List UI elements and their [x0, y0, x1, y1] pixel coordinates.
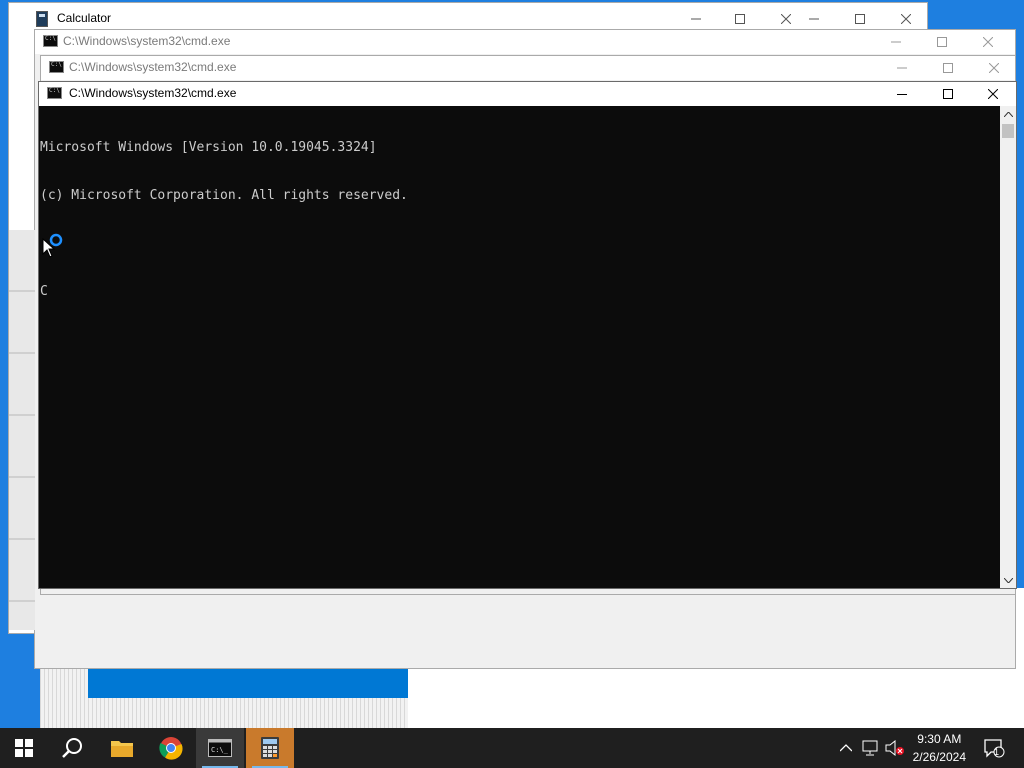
- file-explorer-icon: [111, 741, 133, 757]
- cmd-icon: C:\_: [208, 739, 232, 757]
- calculator-taskbar-button[interactable]: [246, 728, 294, 768]
- cmd-close-button[interactable]: [970, 82, 1016, 106]
- cmd-maximize-button[interactable]: [925, 82, 971, 106]
- calculator-icon: [261, 737, 279, 759]
- cmd-front-title: C:\Windows\system32\cmd.exe: [69, 86, 237, 100]
- calculator-title: Calculator: [57, 11, 112, 25]
- cmd-front-titlebar[interactable]: C:\Windows\system32\cmd.exe: [39, 82, 1016, 106]
- cmd-mid-title: C:\Windows\system32\cmd.exe: [69, 60, 237, 74]
- console-output[interactable]: Microsoft Windows [Version 10.0.19045.33…: [39, 106, 1000, 588]
- cmd-mid-minimize-button[interactable]: [879, 56, 925, 80]
- console-scrollbar[interactable]: [1000, 106, 1016, 588]
- search-button[interactable]: [48, 728, 96, 768]
- cmd-icon: [43, 35, 58, 47]
- cmd-back-left-panel: [9, 230, 35, 630]
- show-hidden-icons-button[interactable]: [836, 728, 856, 768]
- chrome-icon: [159, 737, 183, 760]
- cmd-mid-maximize-button[interactable]: [925, 56, 971, 80]
- cmd-back-close-button[interactable]: [965, 30, 1011, 54]
- calculator-icon: [36, 11, 48, 27]
- cmd-mid-titlebar[interactable]: C:\Windows\system32\cmd.exe: [41, 56, 1015, 80]
- scroll-up-icon[interactable]: [1000, 106, 1016, 122]
- taskbar: C:\_ 9:30 AM 2/26/2024 1: [0, 728, 1024, 768]
- scroll-down-icon[interactable]: [1000, 572, 1016, 588]
- volume-muted-icon: [885, 740, 904, 756]
- chrome-button[interactable]: [147, 728, 195, 768]
- console-line: Microsoft Windows [Version 10.0.19045.33…: [40, 140, 377, 155]
- clock-date: 2/26/2024: [912, 750, 966, 764]
- second-window-minimize-button[interactable]: [791, 7, 837, 31]
- volume-button[interactable]: [884, 728, 906, 768]
- search-icon: [62, 738, 82, 758]
- calculator-minimize-button[interactable]: [673, 7, 719, 31]
- network-button[interactable]: [860, 728, 882, 768]
- start-button[interactable]: [0, 728, 48, 768]
- notification-count: 1: [994, 747, 1000, 757]
- clock-time: 9:30 AM: [917, 732, 962, 746]
- console-line: C: [40, 284, 48, 299]
- cmd-icon: [47, 87, 62, 99]
- calculator-maximize-button[interactable]: [717, 7, 763, 31]
- busy-cursor-icon: [42, 232, 66, 258]
- chevron-up-icon: [840, 744, 852, 752]
- cmd-back-minimize-button[interactable]: [873, 30, 919, 54]
- svg-text:C:\_: C:\_: [211, 746, 229, 754]
- cmd-mid-close-button[interactable]: [971, 56, 1017, 80]
- network-icon: [862, 740, 878, 756]
- start-icon: [15, 739, 33, 757]
- console-line: (c) Microsoft Corporation. All rights re…: [40, 188, 408, 203]
- cmd-minimize-button[interactable]: [879, 82, 925, 106]
- second-window-close-button[interactable]: [883, 7, 929, 31]
- taskbar-clock[interactable]: 9:30 AM 2/26/2024: [913, 730, 966, 766]
- cmd-window-front[interactable]: C:\Windows\system32\cmd.exe Microsoft Wi…: [38, 81, 1017, 589]
- cmd-back-title: C:\Windows\system32\cmd.exe: [63, 34, 231, 48]
- second-window-maximize-button[interactable]: [837, 7, 883, 31]
- cmd-icon: [49, 61, 64, 73]
- file-explorer-button[interactable]: [98, 728, 146, 768]
- notification-center-button[interactable]: 1: [980, 728, 1008, 768]
- cmd-back-titlebar[interactable]: C:\Windows\system32\cmd.exe: [35, 30, 1015, 54]
- scroll-thumb[interactable]: [1002, 124, 1014, 138]
- cmd-taskbar-button[interactable]: C:\_: [196, 728, 244, 768]
- cmd-back-maximize-button[interactable]: [919, 30, 965, 54]
